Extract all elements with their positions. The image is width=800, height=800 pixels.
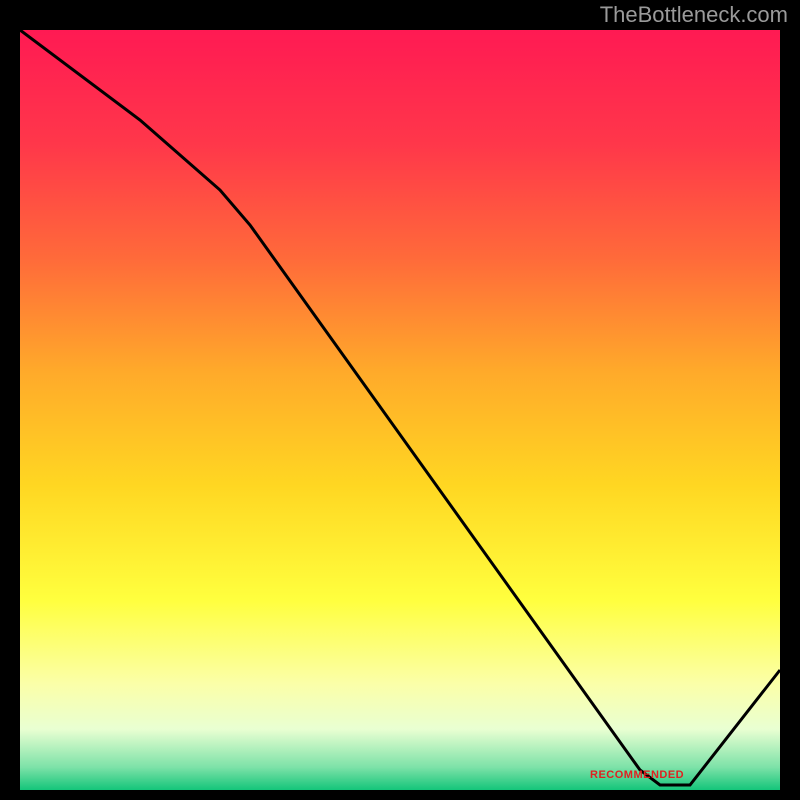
bottleneck-chart bbox=[20, 30, 780, 790]
gradient-background bbox=[20, 30, 780, 790]
recommended-marker-label: RECOMMENDED bbox=[590, 769, 684, 781]
chart-frame: RECOMMENDED bbox=[20, 30, 780, 790]
watermark-text: TheBottleneck.com bbox=[600, 2, 788, 28]
